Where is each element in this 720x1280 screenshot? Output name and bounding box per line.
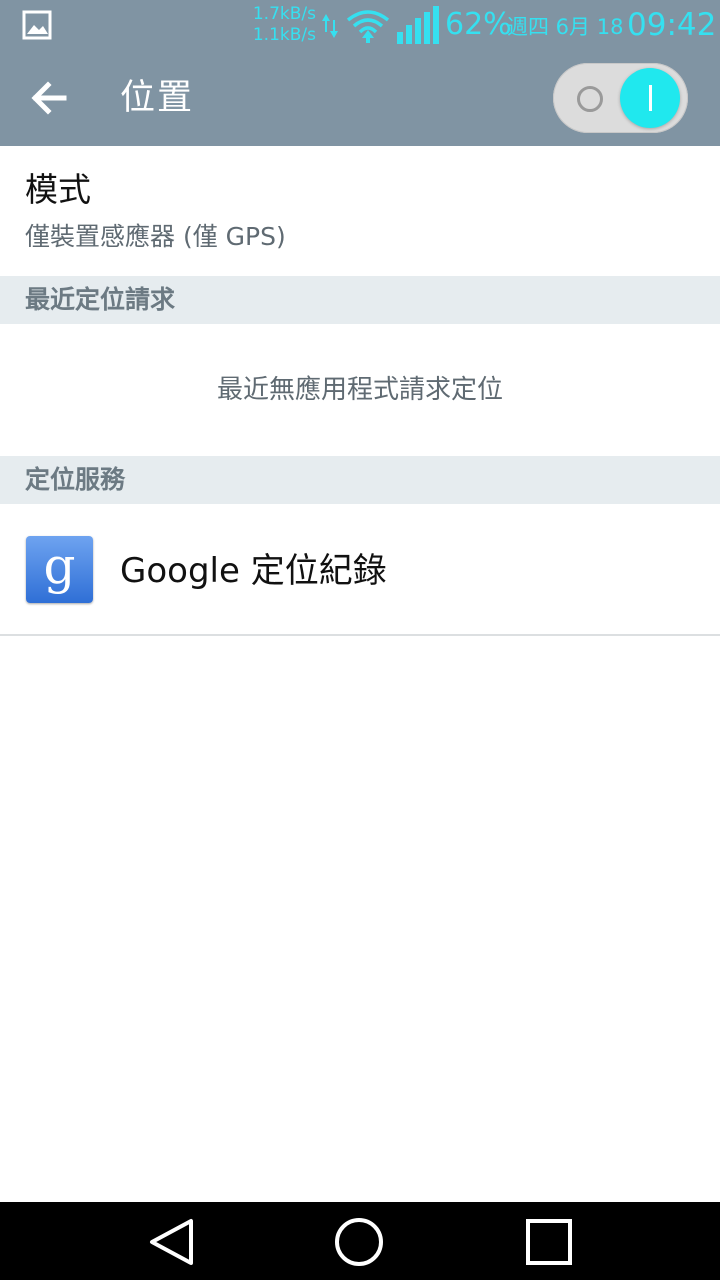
recent-requests-empty: 最近無應用程式請求定位 <box>0 324 720 456</box>
list-item-label: Google 定位紀錄 <box>120 551 387 591</box>
status-date: 週四 6月 18 <box>507 15 624 39</box>
signal-icon <box>397 6 439 44</box>
recents-icon <box>526 1219 572 1265</box>
google-icon-letter: g <box>43 537 76 595</box>
data-arrows-icon <box>322 14 338 38</box>
download-speed: 1.1kB/s <box>252 25 316 45</box>
section-header-label: 定位服務 <box>25 465 126 494</box>
action-bar: 位置 <box>0 50 720 146</box>
page-title: 位置 <box>120 78 195 118</box>
navigation-bar <box>0 1202 720 1280</box>
battery-level: 62% <box>445 7 512 42</box>
back-icon <box>150 1219 193 1265</box>
mode-setting[interactable]: 模式 僅裝置感應器 (僅 GPS) <box>0 146 720 276</box>
mode-summary: 僅裝置感應器 (僅 GPS) <box>25 222 286 251</box>
google-icon: g <box>26 536 93 603</box>
gallery-icon <box>22 10 52 40</box>
wifi-icon <box>346 10 390 43</box>
arrow-left-icon <box>31 81 67 115</box>
home-icon <box>335 1218 383 1266</box>
section-header-label: 最近定位請求 <box>25 285 176 314</box>
section-header-recent-requests: 最近定位請求 <box>0 276 720 324</box>
nav-recents-button[interactable] <box>519 1212 579 1272</box>
list-item-google-location-history[interactable]: g Google 定位紀錄 <box>0 504 720 636</box>
location-toggle[interactable] <box>553 63 688 133</box>
back-button[interactable] <box>20 74 84 122</box>
empty-message: 最近無應用程式請求定位 <box>216 375 503 405</box>
mode-title: 模式 <box>25 170 91 209</box>
network-speed: 1.7kB/s 1.1kB/s <box>240 4 316 46</box>
upload-speed: 1.7kB/s <box>252 4 316 24</box>
nav-home-button[interactable] <box>329 1212 389 1272</box>
status-bar: 1.7kB/s 1.1kB/s 62% 週四 6月 18 09:42 <box>0 0 720 50</box>
toggle-track <box>553 63 688 133</box>
section-header-location-services: 定位服務 <box>0 456 720 504</box>
status-time: 09:42 <box>627 7 717 43</box>
toggle-thumb <box>620 68 680 128</box>
toggle-off-icon <box>577 86 603 112</box>
toggle-on-icon <box>649 85 652 111</box>
nav-back-button[interactable] <box>141 1212 201 1272</box>
